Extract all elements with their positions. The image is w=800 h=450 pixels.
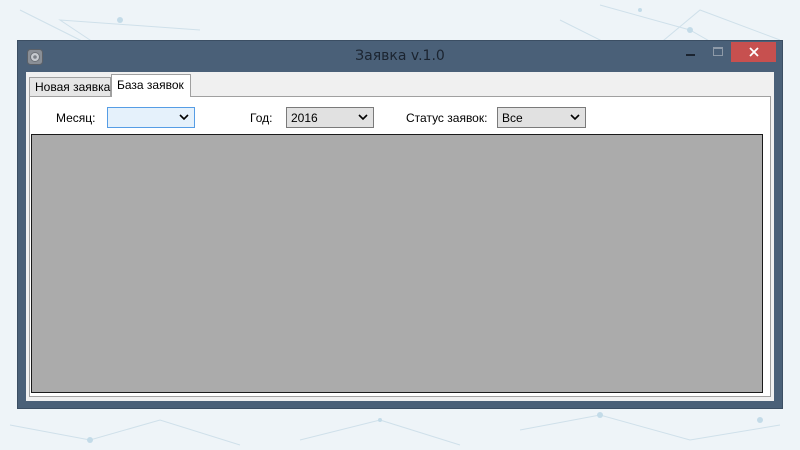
chevron-down-icon [570, 114, 580, 121]
tab-new-request[interactable]: Новая заявка [29, 77, 111, 96]
tab-requests-database[interactable]: База заявок [111, 74, 191, 97]
month-label: Месяц: [56, 111, 96, 125]
close-button[interactable] [731, 42, 776, 62]
app-window: Заявка v.1.0 Новая заявка База заявок Ме… [18, 41, 782, 408]
status-select-value: Все [502, 111, 523, 125]
status-label: Статус заявок: [406, 111, 488, 125]
year-select[interactable]: 2016 [286, 107, 374, 128]
title-bar[interactable]: Заявка v.1.0 [18, 41, 782, 72]
chevron-down-icon [358, 114, 368, 121]
maximize-button[interactable] [704, 42, 731, 62]
minimize-icon [685, 54, 695, 56]
month-select[interactable] [107, 107, 195, 128]
window-client-area: Новая заявка База заявок Месяц: Год: 201… [26, 72, 774, 401]
status-select[interactable]: Все [497, 107, 586, 128]
chevron-down-icon [179, 114, 189, 121]
close-icon [748, 47, 759, 57]
minimize-button[interactable] [677, 42, 704, 62]
window-title: Заявка v.1.0 [355, 48, 445, 64]
maximize-icon [712, 47, 723, 56]
year-select-value: 2016 [291, 111, 318, 125]
year-label: Год: [250, 111, 273, 125]
tab-page-requests-database: Месяц: Год: 2016 Статус заявок: Все [29, 96, 771, 397]
requests-data-grid[interactable] [31, 134, 763, 393]
